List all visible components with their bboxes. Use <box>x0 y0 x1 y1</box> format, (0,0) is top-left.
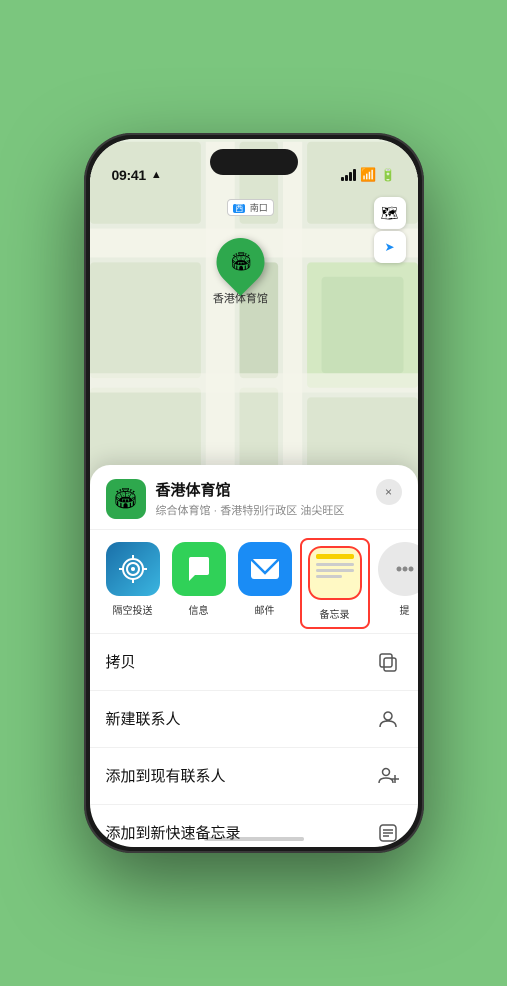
pin-circle: 🏟 <box>206 228 274 296</box>
stadium-icon: 🏟 <box>229 251 252 272</box>
location-arrow-icon: ▲ <box>151 169 162 181</box>
action-copy[interactable]: 拷贝 <box>90 634 418 691</box>
action-list: 拷贝 新建联系人 <box>90 634 418 847</box>
map-layers-button[interactable]: 🗺 <box>374 197 406 229</box>
new-contact-label: 新建联系人 <box>106 708 181 729</box>
share-item-mail[interactable]: 邮件 <box>238 542 292 625</box>
wifi-icon: 📶 <box>360 167 376 183</box>
location-button[interactable]: ➤ <box>374 231 406 263</box>
status-icons: 📶 🔋 <box>341 167 395 183</box>
copy-label: 拷贝 <box>106 651 136 672</box>
mail-icon <box>238 542 292 596</box>
home-indicator <box>204 837 304 841</box>
venue-info: 香港体育馆 综合体育馆 · 香港特别行政区 油尖旺区 <box>156 479 376 518</box>
dynamic-island <box>210 149 298 175</box>
more-icon <box>378 542 418 596</box>
messages-label: 信息 <box>189 602 209 617</box>
bottom-sheet: 🏟 香港体育馆 综合体育馆 · 香港特别行政区 油尖旺区 × <box>90 465 418 847</box>
venue-name: 香港体育馆 <box>156 479 376 500</box>
status-time: 09:41 <box>112 167 146 183</box>
compass-icon: ➤ <box>384 240 394 254</box>
road-label: 西 南口 <box>227 199 274 216</box>
map-controls: 🗺 ➤ <box>374 197 406 263</box>
quick-note-icon <box>374 819 402 847</box>
venue-app-icon: 🏟 <box>113 486 138 511</box>
messages-icon <box>172 542 226 596</box>
venue-header: 🏟 香港体育馆 综合体育馆 · 香港特别行政区 油尖旺区 × <box>90 465 418 530</box>
person-add-icon <box>374 762 402 790</box>
action-new-contact[interactable]: 新建联系人 <box>90 691 418 748</box>
airdrop-icon <box>106 542 160 596</box>
share-item-more[interactable]: 提 <box>378 542 418 625</box>
venue-icon: 🏟 <box>106 479 146 519</box>
close-button[interactable]: × <box>376 479 402 505</box>
copy-icon <box>374 648 402 676</box>
share-apps-row: 隔空投送 信息 <box>90 530 418 634</box>
add-existing-contact-label: 添加到现有联系人 <box>106 765 226 786</box>
phone-screen: 09:41 ▲ 📶 🔋 <box>90 139 418 847</box>
notes-icon <box>308 546 362 600</box>
action-add-existing-contact[interactable]: 添加到现有联系人 <box>90 748 418 805</box>
venue-subtitle: 综合体育馆 · 香港特别行政区 油尖旺区 <box>156 502 376 518</box>
battery-icon: 🔋 <box>381 168 396 182</box>
phone-frame: 09:41 ▲ 📶 🔋 <box>84 133 424 853</box>
location-pin: 🏟 香港体育馆 <box>213 238 268 306</box>
mail-label: 邮件 <box>255 602 275 617</box>
airdrop-label: 隔空投送 <box>113 602 153 617</box>
person-icon <box>374 705 402 733</box>
share-item-notes[interactable]: 备忘录 <box>304 542 366 625</box>
layers-icon: 🗺 <box>381 205 399 222</box>
share-item-airdrop[interactable]: 隔空投送 <box>106 542 160 625</box>
signal-bars-icon <box>341 169 356 181</box>
notes-label: 备忘录 <box>320 606 350 621</box>
more-label: 提 <box>400 602 410 617</box>
share-item-messages[interactable]: 信息 <box>172 542 226 625</box>
